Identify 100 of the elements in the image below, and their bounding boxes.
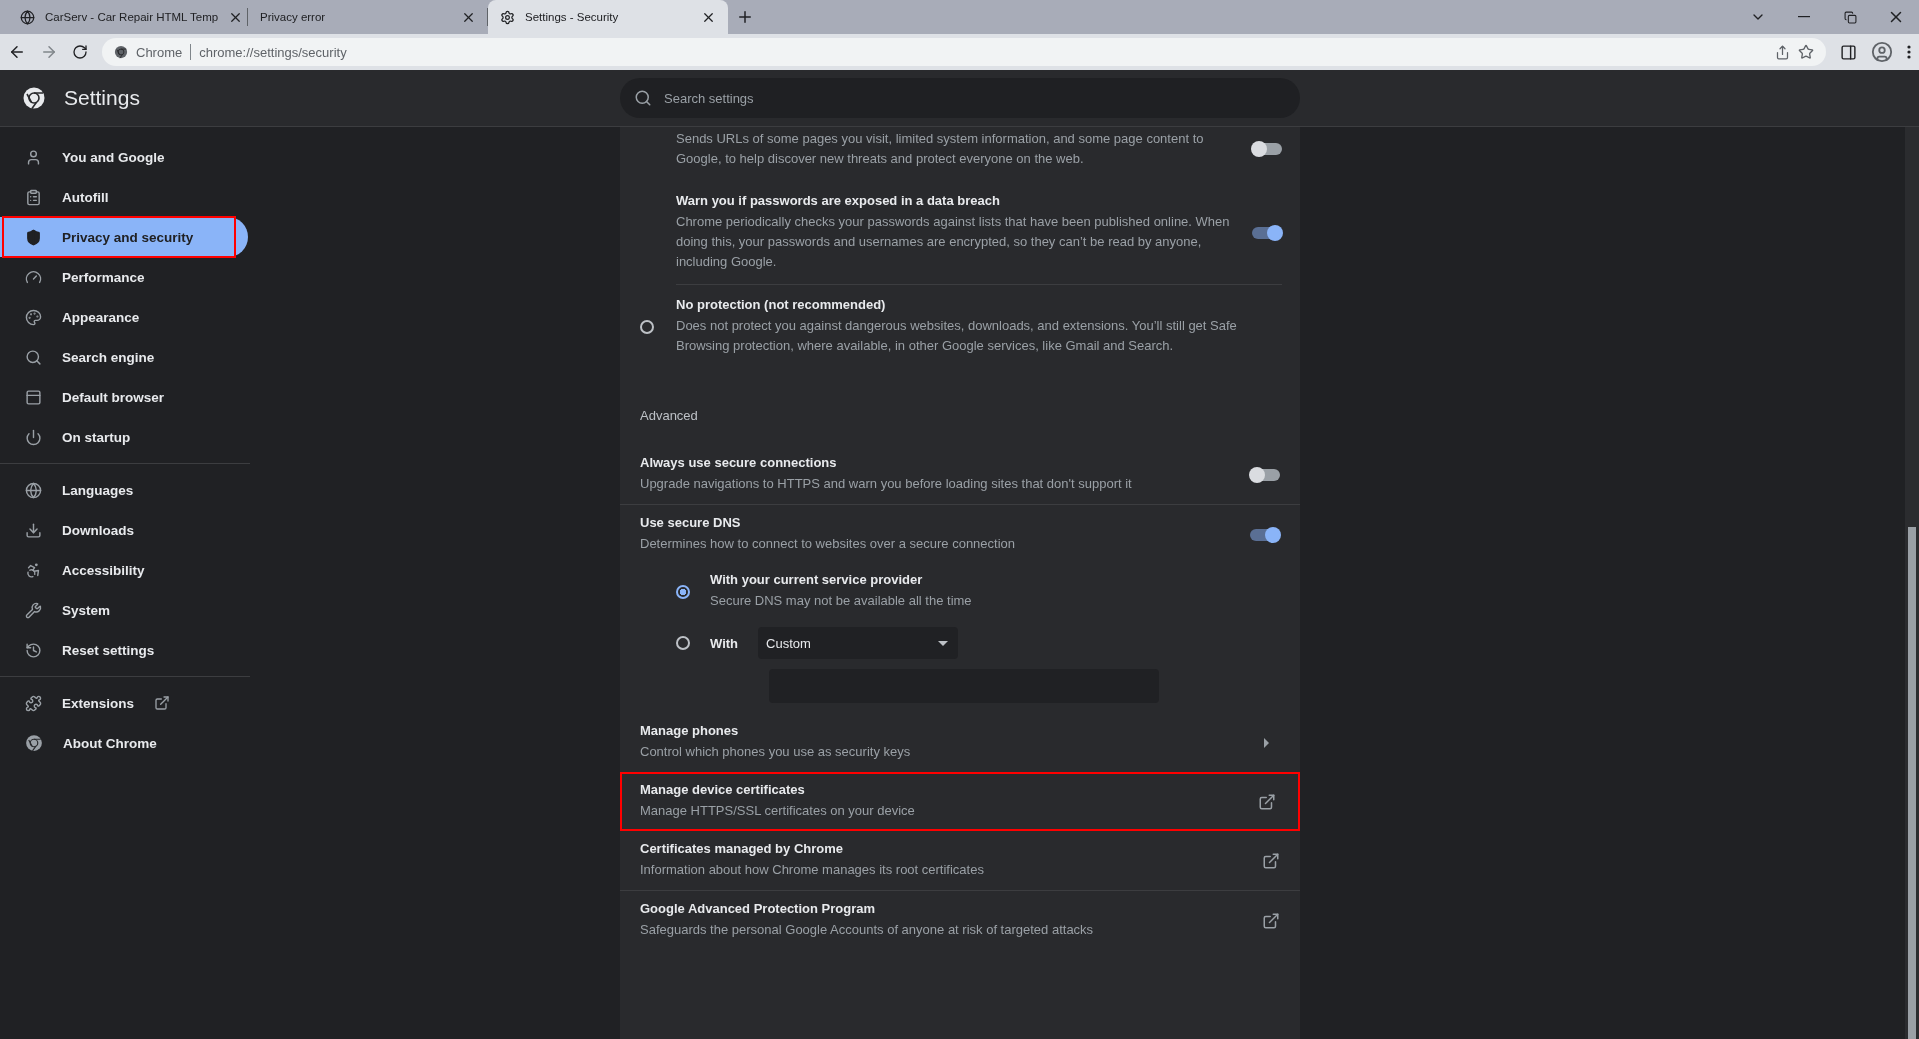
history-icon — [25, 641, 42, 659]
sidebar-item[interactable]: On startup — [0, 417, 250, 457]
external-link-icon — [1262, 851, 1280, 870]
download-icon — [25, 521, 42, 539]
power-icon — [25, 428, 42, 446]
restore-icon — [1843, 10, 1857, 24]
section-heading: Advanced — [639, 407, 699, 425]
radio-button[interactable] — [676, 636, 690, 650]
external-link-icon — [1262, 911, 1280, 930]
back-button[interactable] — [8, 43, 26, 61]
setting-description: Does not protect you against dangerous websites, downloads, and extensions. You’ll still get Safe Browsing protection, where available, in other Google services, like Gmail and Search. — [676, 317, 1238, 355]
toggle-switch[interactable] — [1250, 528, 1280, 541]
sidebar-item[interactable]: You and Google — [0, 137, 250, 177]
setting-title: Always use secure connections — [640, 455, 838, 470]
chrome-logo-icon — [114, 45, 128, 59]
sidebar-item[interactable]: Default browser — [0, 377, 250, 417]
setting-row[interactable]: Use secure DNS Determines how to connect to websites over a secure connection — [620, 505, 1300, 564]
reload-icon — [72, 44, 88, 60]
search-field[interactable]: Search settings — [620, 78, 1300, 118]
globe-icon — [25, 481, 42, 499]
search-icon — [25, 348, 42, 366]
forward-button[interactable] — [40, 43, 58, 61]
chrome-logo-icon — [25, 734, 43, 752]
setting-description: Chrome periodically checks your passwords against lists that have been published online. When doing this, your passwords and usernames are encrypted, so they can’t be read by anyone, including Google. — [676, 213, 1231, 271]
setting-title: Certificates managed by Chrome — [640, 841, 844, 856]
sidebar-item[interactable]: About Chrome — [0, 723, 250, 763]
browser-tab[interactable]: Settings - Security — [488, 0, 728, 34]
option-title: With your current service provider — [710, 572, 924, 587]
setting-title: Warn you if passwords are exposed in a data breach — [676, 193, 1001, 208]
share-button[interactable] — [1775, 44, 1790, 60]
setting-description: Safeguards the personal Google Accounts of anyone at risk of targeted attacks — [640, 921, 1095, 939]
globe-icon — [20, 9, 35, 25]
external-link-icon — [1258, 792, 1276, 811]
sidebar-item[interactable]: Languages — [0, 470, 250, 510]
sidebar-item[interactable]: Accessibility — [0, 550, 250, 590]
gear-icon — [500, 9, 515, 25]
person-icon — [1871, 41, 1893, 63]
person-icon — [25, 148, 42, 166]
wrench-icon — [25, 601, 42, 619]
window-icon — [25, 388, 42, 406]
plus-icon — [736, 8, 754, 26]
url-text: chrome://settings/security — [199, 44, 347, 60]
setting-row[interactable]: Manage phones Control which phones you use as security keys — [620, 713, 1300, 772]
arrow-right-icon — [1264, 737, 1270, 748]
forward-arrow-icon — [40, 43, 58, 61]
setting-row[interactable]: Google Advanced Protection Program Safeguards the personal Google Accounts of anyone at risk of targeted attacks — [620, 891, 1300, 950]
sidebar-item[interactable]: Performance — [0, 257, 250, 297]
palette-icon — [25, 308, 42, 326]
setting-title: Manage device certificates — [640, 782, 806, 797]
reload-button[interactable] — [72, 44, 88, 60]
browser-tab[interactable]: Privacy error — [248, 0, 488, 34]
setting-row[interactable]: Always use secure connections Upgrade navigations to HTTPS and warn you before loading sites that don't support it — [620, 445, 1300, 504]
setting-description: Sends URLs of some pages you visit, limited system information, and some page content to Google, to help discover new threats and protect everyone on the web. — [676, 130, 1205, 168]
sidebar-item[interactable]: Appearance — [0, 297, 250, 337]
toggle-switch[interactable] — [1252, 143, 1282, 155]
address-bar[interactable]: Chrome chrome://settings/security — [102, 38, 1826, 66]
setting-row[interactable]: Manage device certificates Manage HTTPS/SSL certificates on your device — [620, 772, 1300, 831]
toggle-switch[interactable] — [1252, 226, 1282, 239]
search-icon — [634, 89, 652, 107]
sidebar-item[interactable]: Privacy and security — [0, 217, 248, 257]
sidebar-item[interactable]: Search engine — [0, 337, 250, 377]
tab-title: Privacy error — [260, 11, 327, 23]
setting-description: Control which phones you use as security keys — [640, 743, 912, 761]
bookmark-star-button[interactable] — [1798, 44, 1814, 60]
sidebar-item[interactable]: System — [0, 590, 250, 630]
radio-button[interactable] — [676, 584, 690, 599]
setting-title: No protection (not recommended) — [676, 297, 887, 312]
minimize-icon — [1798, 16, 1810, 18]
provider-dropdown[interactable]: Custom — [758, 627, 959, 659]
side-panel-icon — [1840, 43, 1857, 61]
accessibility-icon — [25, 561, 42, 579]
setting-title: Manage phones — [640, 723, 740, 738]
menu-icon — [1907, 45, 1911, 59]
setting-description: Manage HTTPS/SSL certificates on your device — [640, 802, 916, 820]
toggle-switch[interactable] — [1250, 468, 1280, 481]
puzzle-icon — [25, 694, 42, 712]
share-icon — [1775, 44, 1790, 60]
clipboard-icon — [25, 188, 42, 206]
sidebar-item[interactable]: Autofill — [0, 177, 250, 217]
side-panel-button[interactable] — [1840, 43, 1857, 61]
tab-title: Settings - Security — [525, 11, 620, 23]
sidebar-item[interactable]: Downloads — [0, 510, 250, 550]
setting-description: Determines how to connect to websites over a secure connection — [640, 535, 1017, 553]
sidebar-item[interactable]: Extensions — [0, 683, 250, 723]
menu-button[interactable] — [1907, 45, 1911, 59]
setting-title: Google Advanced Protection Program — [640, 901, 876, 916]
shield-icon — [25, 228, 42, 246]
gauge-icon — [25, 268, 42, 286]
radio-button[interactable] — [640, 319, 654, 334]
caret-icon — [938, 640, 949, 646]
scrollbar[interactable] — [1905, 127, 1919, 1039]
profile-button[interactable] — [1871, 41, 1893, 63]
chrome-logo-icon — [22, 86, 46, 110]
setting-title: Use secure DNS — [640, 515, 742, 530]
option-label: With — [710, 635, 739, 651]
browser-tab[interactable]: CarServ - Car Repair HTML Temp — [8, 0, 248, 34]
sidebar-item[interactable]: Reset settings — [0, 630, 250, 670]
star-icon — [1798, 44, 1814, 60]
page-title: Settings — [64, 86, 140, 110]
setting-row[interactable]: Certificates managed by Chrome Information about how Chrome manages its root certificates — [620, 831, 1300, 890]
